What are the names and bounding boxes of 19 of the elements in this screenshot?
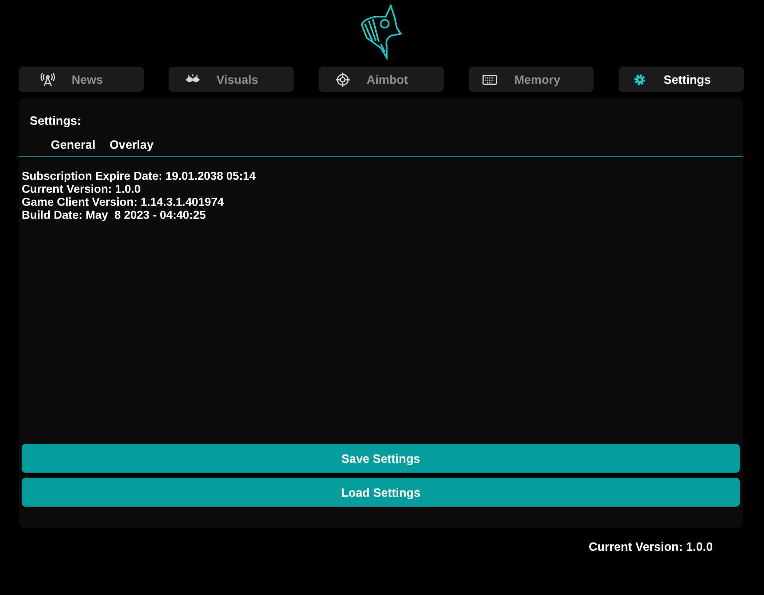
tab[interactable]: Settings — [619, 67, 744, 92]
info-line: Game Client Version: 1.14.3.1.401974 — [22, 197, 224, 210]
subtab[interactable]: Overlay — [110, 136, 154, 154]
info-line: Build Date: May 8 2023 - 04:40:25 — [22, 210, 206, 223]
settings-heading: Settings: — [30, 113, 82, 130]
tab[interactable]: Visuals — [169, 67, 294, 92]
version-text: Current Version: 1.0.0 — [588, 539, 713, 556]
tab[interactable]: Aimbot — [319, 67, 444, 92]
tab[interactable]: Memory — [469, 67, 594, 92]
tab[interactable]: News — [19, 67, 144, 92]
wolf-logo — [361, 4, 403, 60]
gear-icon — [632, 72, 648, 88]
crosshair-icon — [334, 72, 351, 88]
info-line: Current Version: 1.0.0 — [22, 184, 141, 197]
subtab[interactable]: General — [51, 136, 96, 154]
antenna-icon — [40, 72, 56, 88]
info-line: Subscription Expire Date: 19.01.2038 05:14 — [22, 171, 256, 184]
settings-button[interactable]: Save Settings — [22, 444, 740, 473]
settings-button[interactable]: Load Settings — [22, 478, 740, 507]
